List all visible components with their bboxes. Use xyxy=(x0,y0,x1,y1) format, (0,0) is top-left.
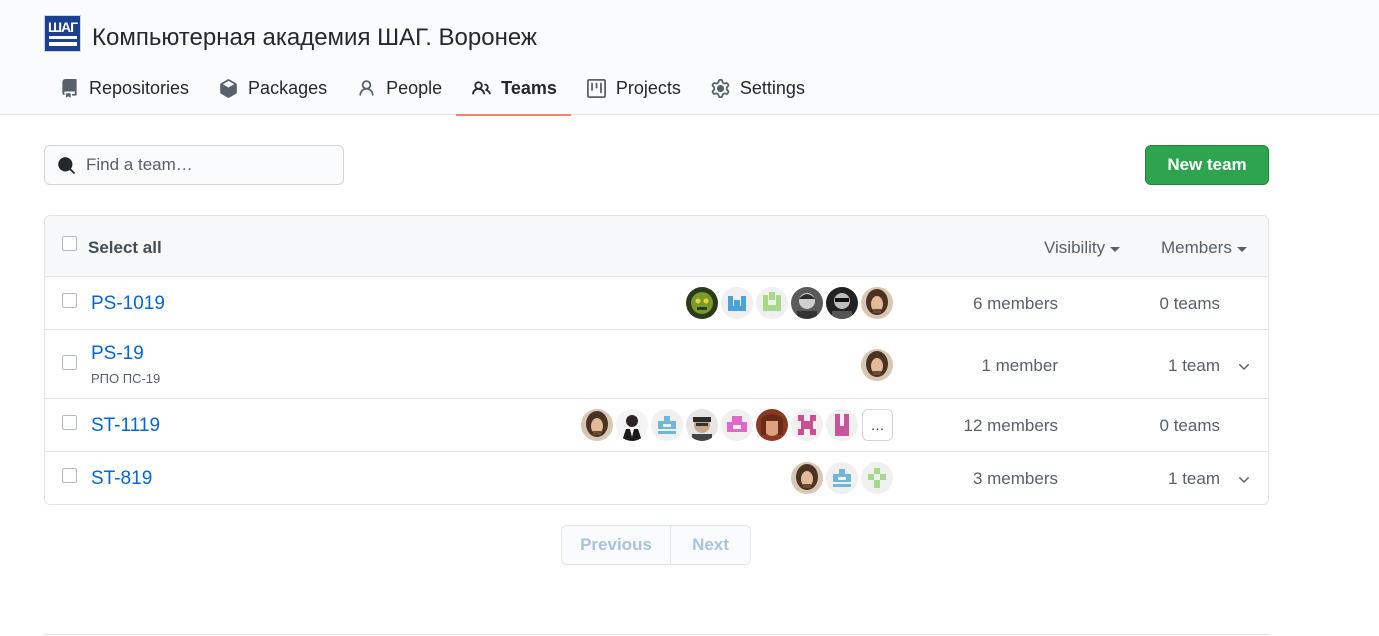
tab-label: Repositories xyxy=(89,78,190,98)
visibility-filter-label: Visibility xyxy=(1044,238,1106,257)
logo-sub xyxy=(47,41,78,47)
org-nav: Repositories Packages People Teams Proje… xyxy=(44,62,819,116)
members-filter-label: Members xyxy=(1161,238,1232,257)
avatar[interactable] xyxy=(721,409,753,441)
team-checkbox[interactable] xyxy=(62,468,77,483)
package-icon xyxy=(219,79,238,98)
team-name-link[interactable]: ST-1119 xyxy=(91,415,160,437)
tab-teams[interactable]: Teams xyxy=(456,62,571,116)
org-logo-text: ШАГ xyxy=(47,19,78,35)
tab-label: People xyxy=(386,78,443,98)
team-avatars: … xyxy=(578,409,893,441)
repo-icon xyxy=(60,79,79,98)
team-description: РПО ПС-19 xyxy=(91,371,161,386)
members-filter[interactable]: Members xyxy=(1161,238,1247,258)
members-count[interactable]: 6 members xyxy=(973,294,1058,314)
avatar[interactable] xyxy=(791,409,823,441)
team-avatars xyxy=(683,287,893,319)
logo-bar xyxy=(48,36,77,39)
team-avatars xyxy=(788,462,893,494)
avatar[interactable] xyxy=(756,409,788,441)
select-all-checkbox[interactable] xyxy=(62,236,77,251)
avatar[interactable] xyxy=(756,287,788,319)
org-logo[interactable]: ШАГ xyxy=(44,15,81,52)
tab-people[interactable]: People xyxy=(341,62,456,115)
pagination: Previous Next xyxy=(561,525,751,565)
people-icon xyxy=(472,79,491,98)
tab-label: Packages xyxy=(248,78,328,98)
avatar[interactable] xyxy=(651,409,683,441)
project-icon xyxy=(586,79,606,98)
team-checkbox[interactable] xyxy=(62,415,77,430)
team-name-link[interactable]: PS-1019 xyxy=(91,293,165,315)
avatar[interactable] xyxy=(791,287,823,319)
tab-label: Teams xyxy=(501,78,557,98)
next-button[interactable]: Next xyxy=(671,526,750,564)
team-checkbox[interactable] xyxy=(62,293,77,308)
team-row: PS-19 РПО ПС-19 1 member 1 team xyxy=(45,330,1268,399)
more-members-button[interactable]: … xyxy=(862,409,893,441)
table-header: Select all Visibility Members xyxy=(45,216,1268,277)
team-row: ST-819 3 members 1 team xyxy=(45,452,1268,504)
avatar[interactable] xyxy=(826,409,858,441)
chevron-down-icon[interactable] xyxy=(1236,471,1252,487)
tab-label: Settings xyxy=(739,78,805,98)
caret-down-icon xyxy=(1110,246,1121,252)
tab-projects[interactable]: Projects xyxy=(571,62,695,115)
org-name[interactable]: Компьютерная академия ШАГ. Воронеж xyxy=(92,23,537,53)
gear-icon xyxy=(711,79,730,98)
caret-down-icon xyxy=(1236,246,1247,252)
child-teams-count: 1 team xyxy=(1168,469,1220,488)
search-icon xyxy=(57,156,76,175)
team-avatars xyxy=(858,349,893,381)
members-count[interactable]: 12 members xyxy=(964,416,1058,436)
tab-settings[interactable]: Settings xyxy=(695,62,819,115)
avatar[interactable] xyxy=(721,287,753,319)
person-icon xyxy=(357,79,376,98)
avatar[interactable] xyxy=(791,462,823,494)
avatar[interactable] xyxy=(861,349,893,381)
chevron-down-icon[interactable] xyxy=(1236,358,1252,374)
tab-packages[interactable]: Packages xyxy=(203,62,341,115)
child-teams-count: 1 team xyxy=(1168,356,1220,375)
org-header: ШАГ Компьютерная академия ШАГ. Воронеж R… xyxy=(0,0,1379,116)
new-team-button[interactable]: New team xyxy=(1145,145,1269,185)
team-search[interactable] xyxy=(44,145,344,185)
team-name-link[interactable]: ST-819 xyxy=(91,468,152,490)
avatar[interactable] xyxy=(861,287,893,319)
previous-button[interactable]: Previous xyxy=(562,526,671,564)
avatar[interactable] xyxy=(686,409,718,441)
search-input[interactable] xyxy=(84,154,324,176)
avatar[interactable] xyxy=(686,287,718,319)
members-count[interactable]: 1 member xyxy=(981,356,1058,376)
team-row: PS-1019 6 members 0 teams xyxy=(45,277,1268,330)
avatar[interactable] xyxy=(826,462,858,494)
team-row: ST-1119 … 12 members 0 teams xyxy=(45,399,1268,452)
visibility-filter[interactable]: Visibility xyxy=(1044,238,1121,258)
team-name-link[interactable]: PS-19 xyxy=(91,343,144,365)
members-count[interactable]: 3 members xyxy=(973,469,1058,489)
child-teams-count: 0 teams xyxy=(1159,294,1220,313)
avatar[interactable] xyxy=(861,462,893,494)
child-teams-count: 0 teams xyxy=(1159,416,1220,435)
tab-label: Projects xyxy=(615,78,681,98)
teams-table: Select all Visibility Members PS-1019 6 … xyxy=(44,215,1269,505)
footer-divider xyxy=(44,634,1269,635)
team-checkbox[interactable] xyxy=(62,355,77,370)
avatar[interactable] xyxy=(581,409,613,441)
tab-repositories[interactable]: Repositories xyxy=(44,62,203,115)
avatar[interactable] xyxy=(616,409,648,441)
select-all-label[interactable]: Select all xyxy=(88,238,162,258)
avatar[interactable] xyxy=(826,287,858,319)
